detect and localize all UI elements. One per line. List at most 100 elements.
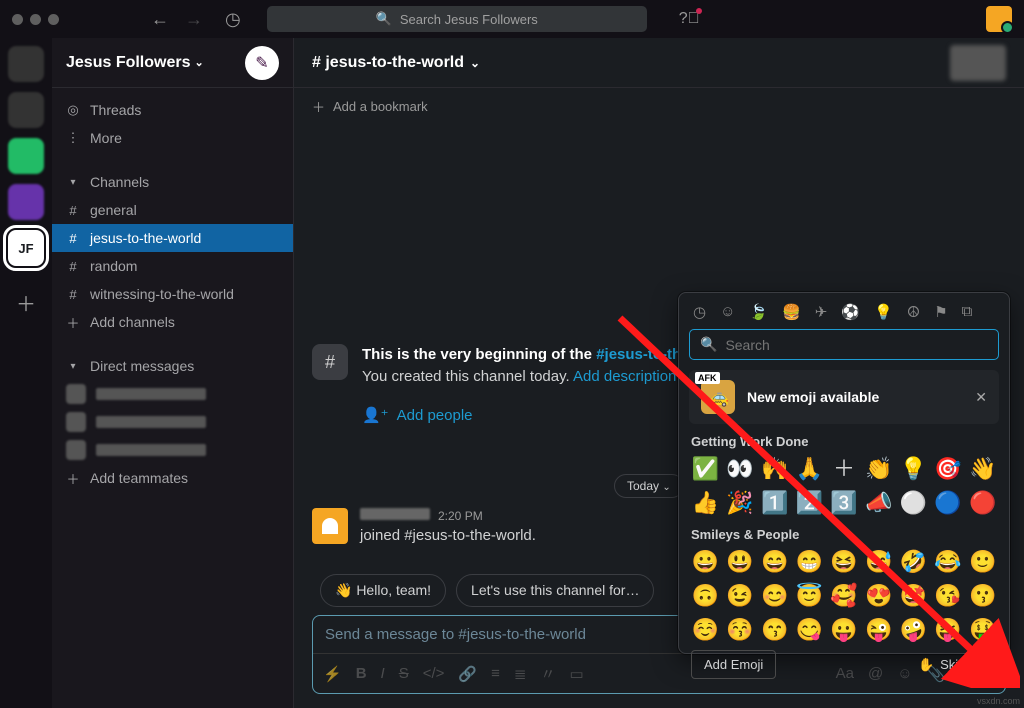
workspace-name[interactable]: Jesus Followers⌄	[66, 54, 204, 72]
sidebar-channel-witnessing[interactable]: #witnessing-to-the-world	[52, 280, 293, 308]
cat-recent-icon[interactable]: ◷	[693, 303, 706, 321]
emoji-item[interactable]: ⚪	[899, 489, 928, 517]
user-avatar[interactable]	[986, 6, 1012, 32]
emoji-item[interactable]: ＋	[830, 455, 859, 483]
emoji-item[interactable]: 🙌	[760, 455, 789, 483]
italic-icon[interactable]: I	[381, 665, 385, 682]
nav-back-icon[interactable]: ←	[151, 9, 169, 30]
today-divider[interactable]: Today ⌄	[614, 474, 684, 498]
emoji-item[interactable]: 🙏	[795, 455, 824, 483]
emoji-item[interactable]: 🤩	[899, 582, 928, 610]
cat-activity-icon[interactable]: ✈	[815, 303, 828, 321]
emoji-item[interactable]: 👀	[726, 455, 755, 483]
workspace-switch[interactable]	[8, 138, 44, 174]
help-icon[interactable]: ?⃝	[679, 10, 700, 28]
workspace-switch[interactable]	[8, 184, 44, 220]
channel-title[interactable]: # jesus-to-the-world⌄	[312, 54, 480, 72]
emoji-item[interactable]: 😘	[934, 582, 963, 610]
emoji-item[interactable]: 🙃	[691, 582, 720, 610]
add-bookmark[interactable]: ＋Add a bookmark	[294, 88, 1024, 124]
sidebar-add-channels[interactable]: ＋Add channels	[52, 308, 293, 336]
cat-flags-icon[interactable]: ⚑	[934, 303, 947, 321]
code-icon[interactable]: </>	[423, 665, 445, 682]
emoji-item[interactable]: 👏	[864, 455, 893, 483]
skin-tone-selector[interactable]: ✋Skin Tone	[918, 657, 997, 673]
sidebar-channel-general[interactable]: #general	[52, 196, 293, 224]
emoji-item[interactable]: 😆	[830, 548, 859, 576]
emoji-item[interactable]: 1️⃣	[760, 489, 789, 517]
emoji-item[interactable]: 🔴	[968, 489, 997, 517]
bolt-icon[interactable]: ⚡	[323, 665, 342, 683]
emoji-item[interactable]: 👋	[968, 455, 997, 483]
emoji-item[interactable]: ✅	[691, 455, 720, 483]
dm-item[interactable]	[52, 380, 293, 408]
emoji-item[interactable]: 👍	[691, 489, 720, 517]
add-emoji-button[interactable]: Add Emoji	[691, 650, 776, 679]
cat-objects-icon[interactable]: 💡	[874, 303, 893, 321]
emoji-item[interactable]: 🥰	[830, 582, 859, 610]
emoji-item[interactable]: 😀	[691, 548, 720, 576]
emoji-item[interactable]: 😁	[795, 548, 824, 576]
emoji-item[interactable]: 😝	[934, 616, 963, 644]
cat-travel-icon[interactable]: ⚽	[841, 303, 860, 321]
window-traffic-lights[interactable]	[12, 14, 59, 25]
compose-button[interactable]: ✎	[245, 46, 279, 80]
new-emoji-banner[interactable]: 🚕 New emoji available ✕	[689, 370, 999, 424]
emoji-item[interactable]: 😗	[968, 582, 997, 610]
add-people-link[interactable]: 👤⁺Add people	[362, 406, 715, 424]
emoji-item[interactable]: 🙂	[968, 548, 997, 576]
cat-food-icon[interactable]: 🍔	[782, 303, 801, 321]
emoji-item[interactable]: 😚	[726, 616, 755, 644]
emoji-item[interactable]: 🎉	[726, 489, 755, 517]
suggestion-chip-channel-for[interactable]: Let's use this channel for…	[456, 574, 654, 607]
emoji-item[interactable]: 🔵	[934, 489, 963, 517]
emoji-item[interactable]: 😂	[934, 548, 963, 576]
cat-smiley-icon[interactable]: ☺	[720, 303, 735, 321]
emoji-item[interactable]: 😍	[864, 582, 893, 610]
emoji-item[interactable]: 😃	[726, 548, 755, 576]
suggestion-chip-hello[interactable]: 👋 Hello, team!	[320, 574, 446, 607]
channels-header[interactable]: ▾Channels	[52, 168, 293, 196]
emoji-item[interactable]: 😋	[795, 616, 824, 644]
cat-custom-icon[interactable]: ⧉	[962, 303, 973, 321]
emoji-item[interactable]: 💡	[899, 455, 928, 483]
dm-item[interactable]	[52, 408, 293, 436]
emoji-item[interactable]: 😉	[726, 582, 755, 610]
emoji-item[interactable]: 3️⃣	[830, 489, 859, 517]
cat-symbols-icon[interactable]: ☮	[907, 303, 920, 321]
channel-members[interactable]	[950, 45, 1006, 81]
codeblock-icon[interactable]: ▭	[569, 665, 583, 683]
sidebar-more[interactable]: ⋮More	[52, 124, 293, 152]
sidebar-threads[interactable]: ◎Threads	[52, 96, 293, 124]
emoji-item[interactable]: 📣	[864, 489, 893, 517]
add-workspace-icon[interactable]: ＋	[16, 288, 36, 317]
emoji-item[interactable]: ☺️	[691, 616, 720, 644]
history-icon[interactable]: ◷	[225, 9, 241, 30]
emoji-item[interactable]: 😄	[760, 548, 789, 576]
emoji-item[interactable]: 😇	[795, 582, 824, 610]
message-avatar[interactable]	[312, 508, 348, 544]
message-username[interactable]	[360, 508, 430, 520]
cat-nature-icon[interactable]: 🍃	[749, 303, 768, 321]
workspace-switch[interactable]	[8, 46, 44, 82]
emoji-item[interactable]: 😜	[864, 616, 893, 644]
sidebar-add-teammates[interactable]: ＋Add teammates	[52, 464, 293, 492]
sidebar-channel-jesus-to-the-world[interactable]: #jesus-to-the-world	[52, 224, 293, 252]
quote-icon[interactable]: 〃	[540, 663, 555, 684]
dm-item[interactable]	[52, 436, 293, 464]
ul-icon[interactable]: ≣	[514, 665, 527, 683]
add-description-link[interactable]: Add description	[573, 368, 676, 385]
emoji-item[interactable]: 😙	[760, 616, 789, 644]
emoji-item[interactable]: 🤑	[968, 616, 997, 644]
strike-icon[interactable]: S	[399, 665, 409, 682]
emoji-item[interactable]: 2️⃣	[795, 489, 824, 517]
bold-icon[interactable]: B	[356, 665, 367, 682]
dm-header[interactable]: ▾Direct messages	[52, 352, 293, 380]
emoji-item[interactable]: 😅	[864, 548, 893, 576]
emoji-item[interactable]: 😊	[760, 582, 789, 610]
emoji-search[interactable]: 🔍	[689, 329, 999, 360]
nav-forward-icon[interactable]: →	[185, 9, 203, 30]
emoji-item[interactable]: 🎯	[934, 455, 963, 483]
emoji-item[interactable]: 😛	[830, 616, 859, 644]
search-input[interactable]: 🔍 Search Jesus Followers	[267, 6, 647, 32]
